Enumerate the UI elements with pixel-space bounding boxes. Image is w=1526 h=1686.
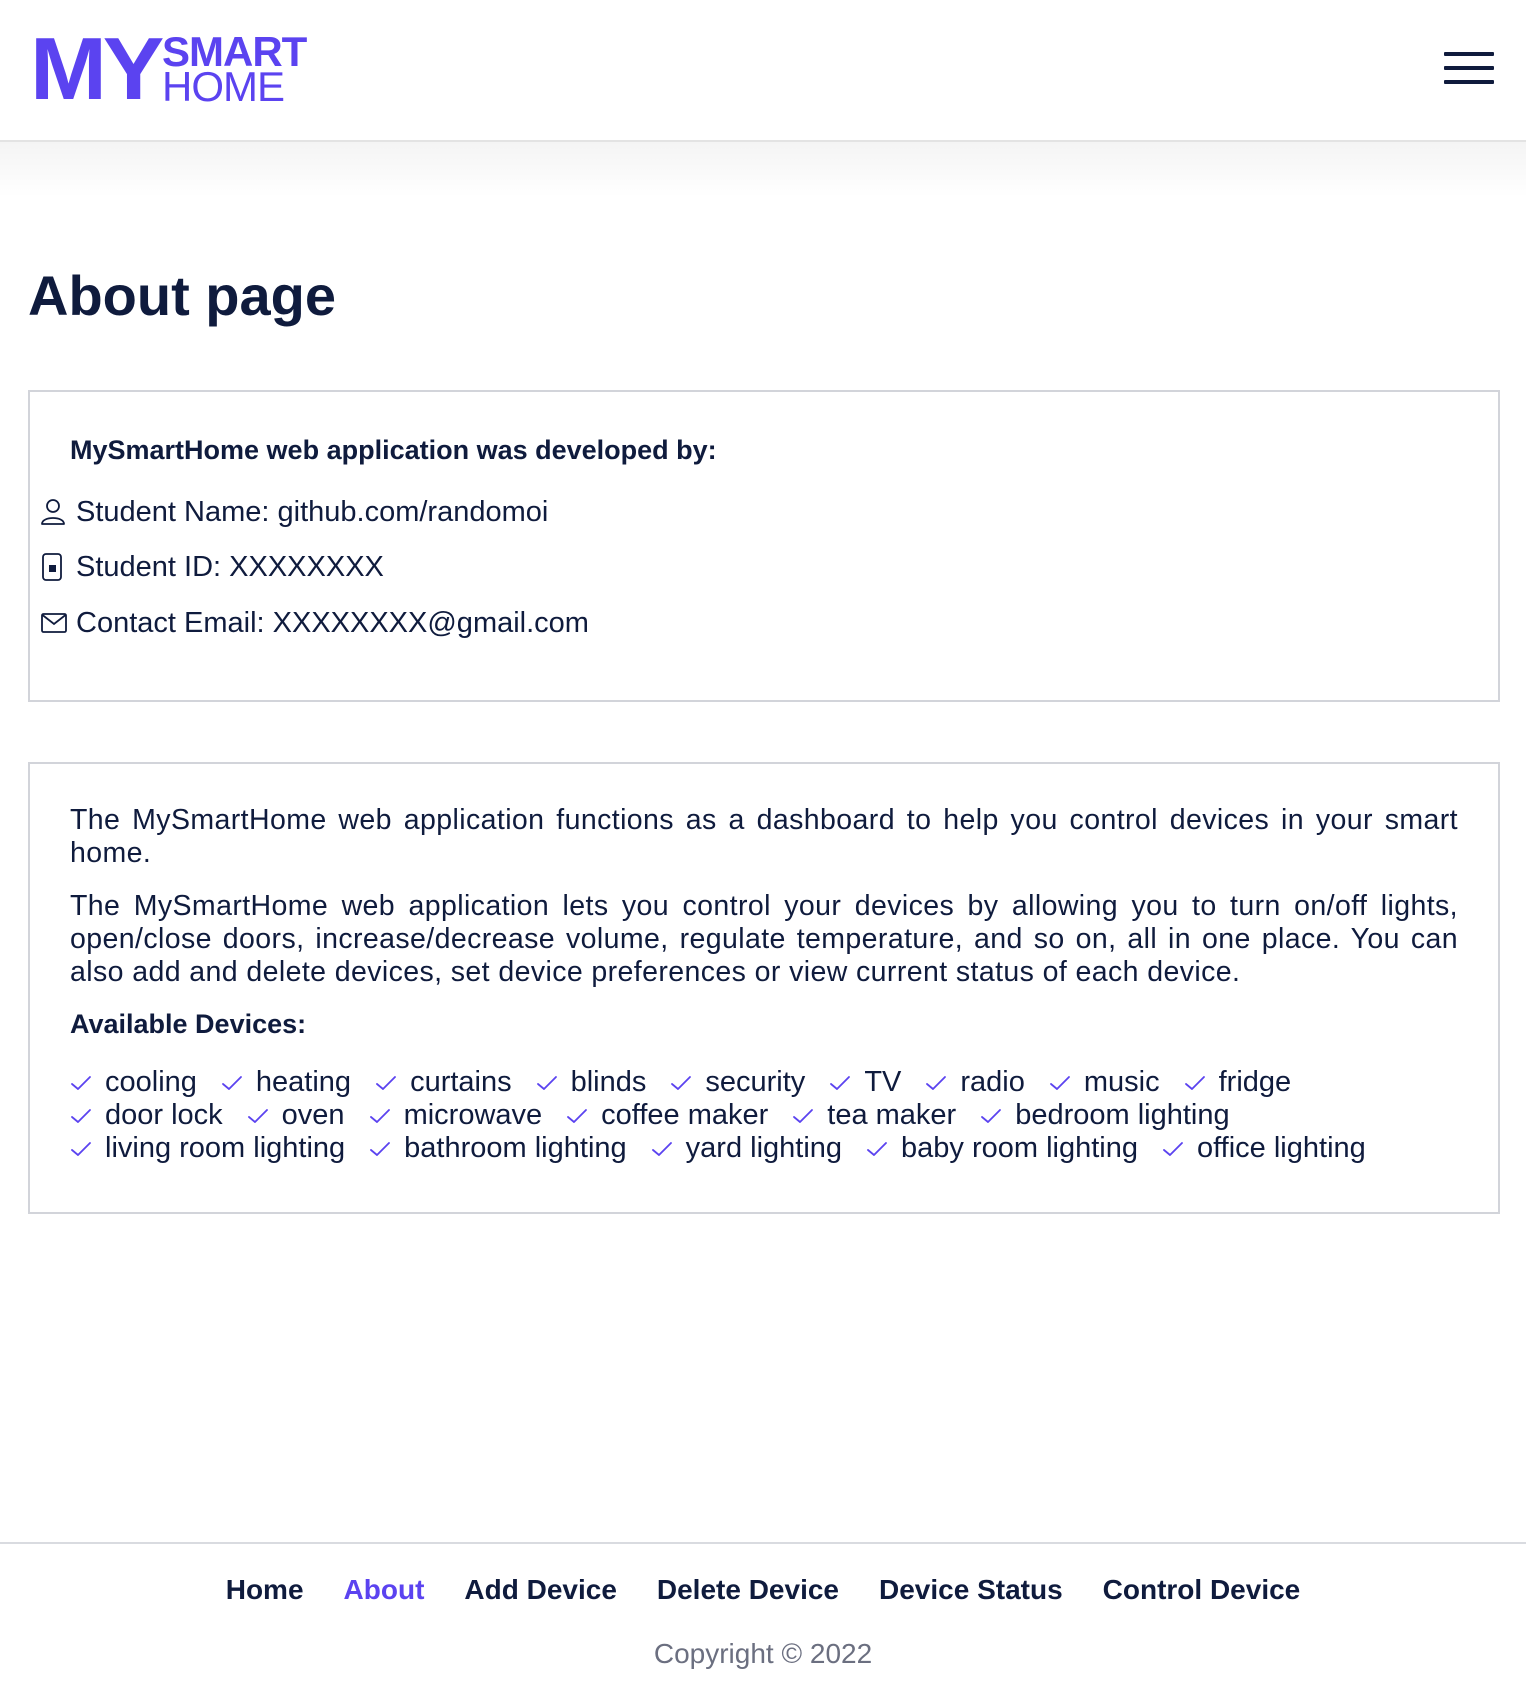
check-icon bbox=[369, 1136, 395, 1162]
device-label: living room lighting bbox=[105, 1132, 346, 1164]
check-icon bbox=[1162, 1136, 1188, 1162]
check-icon bbox=[70, 1136, 96, 1162]
device-label: radio bbox=[960, 1066, 1025, 1098]
device-label: microwave bbox=[403, 1099, 543, 1131]
contact-email-text: Contact Email: XXXXXXXX@gmail.com bbox=[76, 606, 589, 639]
device-item: coffee maker bbox=[566, 1099, 768, 1132]
device-item: bathroom lighting bbox=[369, 1132, 627, 1165]
device-item: curtains bbox=[375, 1066, 512, 1099]
student-name-text: Student Name: github.com/randomoi bbox=[76, 495, 549, 528]
contact-email-row: Contact Email: XXXXXXXX@gmail.com bbox=[40, 603, 589, 643]
device-item: yard lighting bbox=[651, 1132, 842, 1165]
device-label: bedroom lighting bbox=[1015, 1099, 1230, 1131]
device-label: door lock bbox=[105, 1099, 223, 1131]
student-id-row: Student ID: XXXXXXXX bbox=[40, 547, 384, 587]
logo-wordmark: SMART HOME bbox=[162, 31, 307, 110]
top-bar: MY SMART HOME bbox=[0, 0, 1526, 142]
check-icon bbox=[70, 1070, 96, 1096]
device-label: office lighting bbox=[1197, 1132, 1366, 1164]
check-icon bbox=[566, 1103, 592, 1129]
available-devices-list: cooling heating curtains blinds security TV ra… bbox=[70, 1066, 1458, 1165]
device-label: baby room lighting bbox=[901, 1132, 1139, 1164]
check-icon bbox=[670, 1070, 696, 1096]
device-label: yard lighting bbox=[685, 1132, 843, 1164]
copyright-text: Copyright © 2022 bbox=[653, 1638, 873, 1669]
device-line: door lock oven microwave coffee maker tea ma… bbox=[70, 1099, 1458, 1132]
footer-link-home[interactable]: Home bbox=[226, 1570, 304, 1610]
check-icon bbox=[651, 1136, 677, 1162]
device-item: microwave bbox=[369, 1099, 543, 1132]
device-item: baby room lighting bbox=[866, 1132, 1138, 1165]
brand-logo[interactable]: MY SMART HOME bbox=[30, 19, 307, 118]
device-item: cooling bbox=[70, 1066, 197, 1099]
footer-link-add-device[interactable]: Add Device bbox=[464, 1570, 617, 1610]
check-icon bbox=[247, 1103, 273, 1129]
about-info-card: The MySmartHome web application function… bbox=[28, 762, 1500, 1214]
device-item: TV bbox=[829, 1066, 901, 1099]
device-item: door lock bbox=[70, 1099, 223, 1132]
device-item: living room lighting bbox=[70, 1132, 345, 1165]
device-label: security bbox=[705, 1066, 806, 1098]
hamburger-bar bbox=[1444, 52, 1494, 56]
device-label: fridge bbox=[1218, 1066, 1292, 1098]
check-icon bbox=[1049, 1070, 1075, 1096]
device-label: heating bbox=[255, 1066, 352, 1098]
logo-home-text: HOME bbox=[162, 63, 285, 110]
check-icon bbox=[980, 1103, 1006, 1129]
check-icon bbox=[866, 1136, 892, 1162]
check-icon bbox=[1184, 1070, 1210, 1096]
device-item: tea maker bbox=[792, 1099, 956, 1132]
device-item: heating bbox=[221, 1066, 351, 1099]
check-icon bbox=[829, 1070, 855, 1096]
device-line: cooling heating curtains blinds security TV ra… bbox=[70, 1066, 1458, 1099]
device-item: oven bbox=[247, 1099, 345, 1132]
footer-divider bbox=[0, 1542, 1526, 1544]
developer-card: MySmartHome web application was develope… bbox=[28, 390, 1500, 702]
device-label: coffee maker bbox=[601, 1099, 769, 1131]
device-item: music bbox=[1049, 1066, 1160, 1099]
hamburger-bar bbox=[1444, 80, 1494, 84]
logo-my-text: MY bbox=[30, 19, 164, 118]
device-label: oven bbox=[281, 1099, 345, 1131]
footer-link-control-device[interactable]: Control Device bbox=[1103, 1570, 1301, 1610]
footer-nav: Home About Add Device Delete Device Devi… bbox=[0, 1570, 1526, 1610]
device-label: bathroom lighting bbox=[404, 1132, 627, 1164]
info-paragraph-2: The MySmartHome web application lets you… bbox=[70, 890, 1458, 988]
user-icon bbox=[40, 497, 70, 527]
footer-link-device-status[interactable]: Device Status bbox=[879, 1570, 1063, 1610]
student-name-row: Student Name: github.com/randomoi bbox=[40, 492, 548, 532]
device-label: tea maker bbox=[827, 1099, 957, 1131]
check-icon bbox=[369, 1103, 395, 1129]
check-icon bbox=[70, 1103, 96, 1129]
mail-icon bbox=[40, 608, 70, 638]
device-label: curtains bbox=[410, 1066, 512, 1098]
student-id-text: Student ID: XXXXXXXX bbox=[76, 550, 384, 583]
developer-heading: MySmartHome web application was develope… bbox=[70, 435, 717, 465]
header-shadow bbox=[0, 142, 1526, 198]
device-label: music bbox=[1083, 1066, 1160, 1098]
check-icon bbox=[221, 1070, 247, 1096]
device-label: TV bbox=[864, 1066, 902, 1098]
device-item: office lighting bbox=[1162, 1132, 1366, 1165]
device-label: blinds bbox=[570, 1066, 647, 1098]
hamburger-bar bbox=[1444, 66, 1494, 70]
hamburger-menu-icon[interactable] bbox=[1444, 52, 1494, 84]
page-title: About page bbox=[28, 264, 336, 327]
check-icon bbox=[925, 1070, 951, 1096]
footer-link-about[interactable]: About bbox=[344, 1570, 425, 1610]
check-icon bbox=[375, 1070, 401, 1096]
device-item: bedroom lighting bbox=[980, 1099, 1230, 1132]
check-icon bbox=[792, 1103, 818, 1129]
device-label: cooling bbox=[105, 1066, 197, 1098]
device-item: fridge bbox=[1184, 1066, 1292, 1099]
device-item: blinds bbox=[536, 1066, 647, 1099]
info-paragraph-1: The MySmartHome web application function… bbox=[70, 804, 1458, 869]
footer-link-delete-device[interactable]: Delete Device bbox=[657, 1570, 839, 1610]
available-devices-heading: Available Devices: bbox=[70, 1009, 307, 1039]
check-icon bbox=[536, 1070, 562, 1096]
device-item: security bbox=[670, 1066, 805, 1099]
device-line: living room lighting bathroom lighting yar… bbox=[70, 1132, 1458, 1165]
device-item: radio bbox=[925, 1066, 1025, 1099]
id-card-icon bbox=[40, 552, 70, 582]
